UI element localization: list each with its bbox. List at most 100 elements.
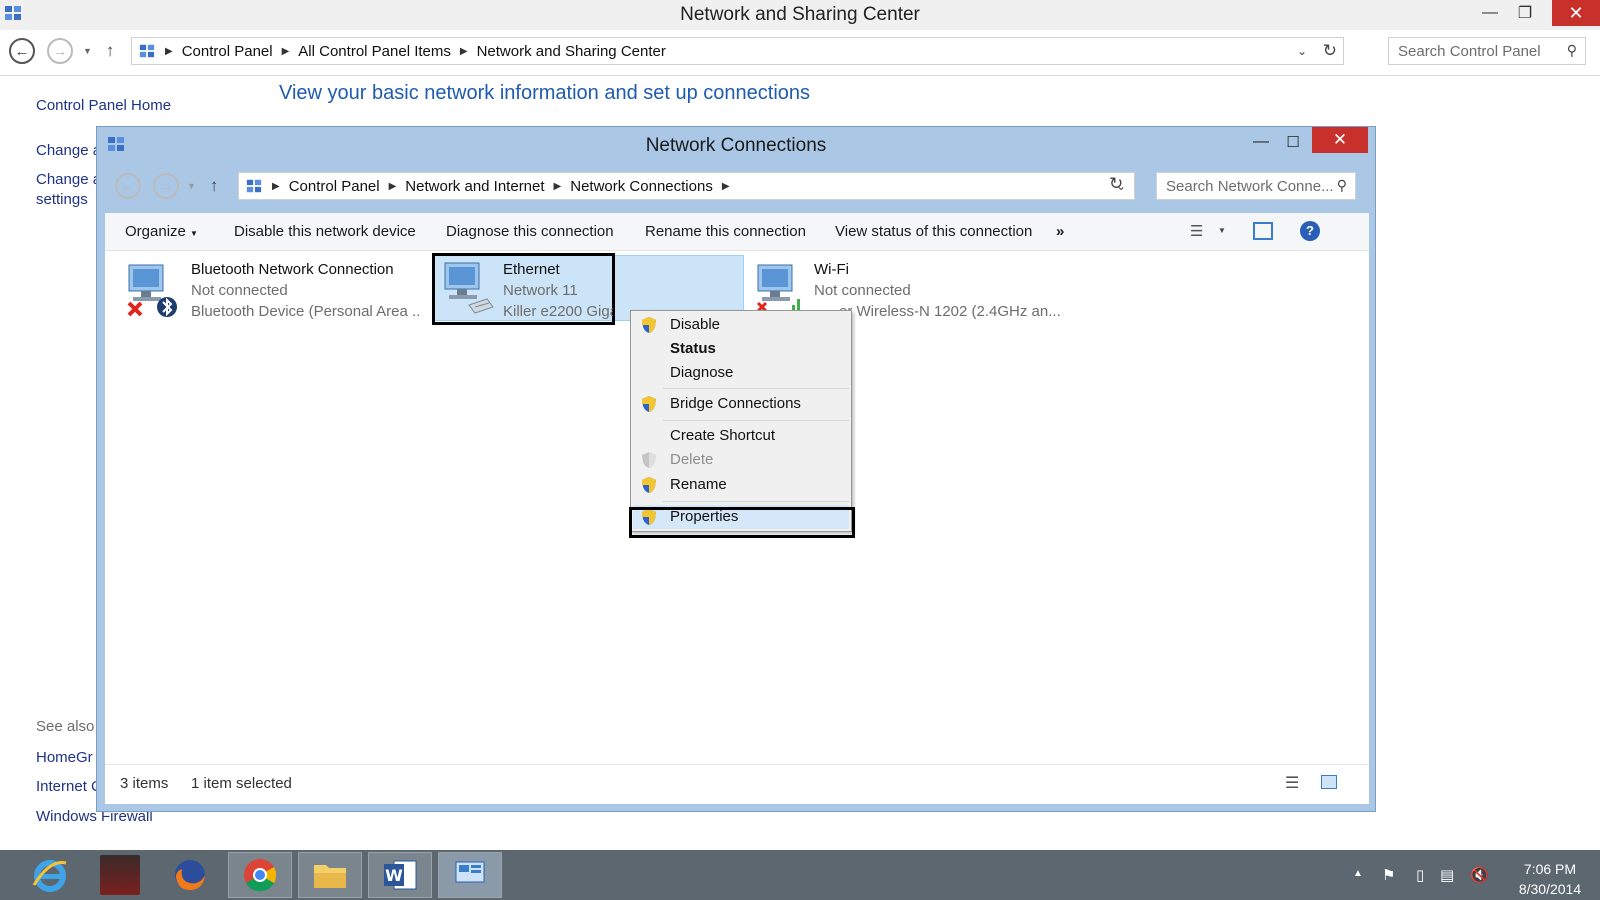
disable-device-button[interactable]: Disable this network device bbox=[234, 223, 416, 240]
internet-explorer-icon bbox=[32, 860, 67, 892]
change-adapter-link[interactable]: Change a bbox=[36, 142, 101, 159]
action-center-flag-icon[interactable]: ⚑ bbox=[1382, 866, 1395, 884]
taskbar-firefox[interactable] bbox=[158, 852, 222, 898]
forward-button[interactable]: → bbox=[47, 38, 73, 64]
close-button[interactable]: ✕ bbox=[1552, 0, 1600, 26]
close-button[interactable]: ✕ bbox=[1312, 127, 1368, 153]
menu-item-label: Rename bbox=[670, 476, 727, 493]
restore-button[interactable]: ❐ bbox=[1505, 0, 1545, 26]
menu-item-label: Create Shortcut bbox=[670, 427, 776, 444]
clock-date: 8/30/2014 bbox=[1518, 881, 1582, 897]
volume-muted-icon[interactable]: 🔇 bbox=[1470, 866, 1489, 884]
breadcrumb-arrow-icon: ▶ bbox=[281, 45, 290, 57]
menu-item-diagnose[interactable]: Diagnose bbox=[633, 361, 849, 385]
inner-titlebar: Network Connections — ☐ ✕ bbox=[97, 127, 1375, 161]
menu-item-label: Bridge Connections bbox=[670, 395, 801, 412]
search-icon[interactable]: ⚲ bbox=[1567, 42, 1577, 59]
control-panel-home-link[interactable]: Control Panel Home bbox=[36, 97, 171, 114]
large-icons-view-icon[interactable] bbox=[1321, 775, 1337, 789]
rename-connection-button[interactable]: Rename this connection bbox=[645, 223, 806, 240]
back-button[interactable]: ← bbox=[9, 38, 35, 64]
change-sharing-link-line2[interactable]: settings bbox=[36, 191, 88, 208]
up-button[interactable]: ↑ bbox=[106, 41, 115, 61]
recent-dropdown-icon[interactable]: ▼ bbox=[83, 46, 92, 56]
menu-item-status[interactable]: Status bbox=[633, 337, 849, 361]
help-icon[interactable]: ? bbox=[1300, 221, 1320, 241]
inner-address-bar[interactable]: ▶ Control Panel ▶ Network and Internet ▶… bbox=[238, 172, 1135, 200]
breadcrumb-network-connections[interactable]: Network Connections bbox=[570, 178, 713, 195]
address-dropdown-icon[interactable]: ⌄ bbox=[1297, 44, 1307, 58]
search-icon[interactable]: ⚲ bbox=[1337, 177, 1347, 194]
properties-highlight-outline bbox=[629, 507, 855, 538]
clock-time: 7:06 PM bbox=[1523, 861, 1577, 877]
view-status-button[interactable]: View status of this connection bbox=[835, 223, 1032, 240]
uac-shield-icon bbox=[642, 317, 656, 333]
taskbar-file-explorer[interactable] bbox=[298, 852, 362, 898]
status-bar: 3 items 1 item selected ☰ bbox=[105, 764, 1369, 804]
breadcrumb-network-sharing[interactable]: Network and Sharing Center bbox=[477, 43, 666, 60]
inner-search-input[interactable]: Search Network Conne... ⚲ bbox=[1156, 172, 1356, 200]
connection-status: Not connected bbox=[191, 282, 288, 299]
outer-search-input[interactable]: Search Control Panel ⚲ bbox=[1388, 37, 1586, 65]
taskbar-control-panel[interactable] bbox=[438, 852, 502, 898]
change-view-icon[interactable]: ☰ bbox=[1190, 222, 1203, 240]
preview-pane-icon[interactable] bbox=[1253, 222, 1273, 240]
forward-button[interactable]: → bbox=[153, 173, 179, 199]
organize-menu[interactable]: Organize ▼ bbox=[125, 223, 198, 240]
taskbar-chrome[interactable] bbox=[228, 852, 292, 898]
refresh-icon[interactable]: ↻ bbox=[1109, 174, 1123, 194]
breadcrumb-arrow-icon: ▶ bbox=[553, 180, 562, 192]
minimize-button[interactable]: — bbox=[1245, 129, 1277, 155]
breadcrumb-arrow-icon: ▶ bbox=[721, 180, 730, 192]
maximize-button[interactable]: ☐ bbox=[1277, 129, 1309, 155]
taskbar-ie[interactable] bbox=[18, 852, 82, 898]
uac-shield-icon bbox=[642, 396, 656, 412]
battery-icon[interactable]: ▯ bbox=[1416, 866, 1424, 884]
svg-text:W: W bbox=[385, 866, 403, 885]
outer-address-bar[interactable]: ▶ Control Panel ▶ All Control Panel Item… bbox=[131, 37, 1344, 65]
back-button[interactable]: ← bbox=[115, 173, 141, 199]
menu-item-disable[interactable]: Disable bbox=[633, 313, 849, 337]
taskbar-user-app[interactable] bbox=[88, 852, 152, 898]
internet-options-link[interactable]: Internet C bbox=[36, 778, 102, 795]
firefox-icon bbox=[175, 860, 205, 891]
up-button[interactable]: ↑ bbox=[210, 176, 219, 196]
network-connections-icon bbox=[246, 179, 262, 193]
change-sharing-link[interactable]: Change a bbox=[36, 171, 101, 188]
network-tray-icon[interactable]: ▤ bbox=[1440, 866, 1454, 884]
menu-item-bridge[interactable]: Bridge Connections bbox=[633, 392, 849, 416]
breadcrumb-network-internet[interactable]: Network and Internet bbox=[405, 178, 544, 195]
show-hidden-icons[interactable]: ▲ bbox=[1353, 868, 1363, 879]
breadcrumb-arrow-icon: ▶ bbox=[459, 45, 468, 57]
minimize-button[interactable]: — bbox=[1470, 0, 1510, 26]
connection-device: er Wireless-N 1202 (2.4GHz an... bbox=[839, 303, 1061, 320]
menu-item-create-shortcut[interactable]: Create Shortcut bbox=[633, 424, 849, 448]
outer-nav-bar: ← → ▼ ↑ bbox=[9, 36, 114, 66]
taskbar-word[interactable]: W bbox=[368, 852, 432, 898]
breadcrumb-control-panel[interactable]: Control Panel bbox=[182, 43, 273, 60]
chevron-down-icon[interactable]: ▼ bbox=[1218, 226, 1226, 235]
page-title: View your basic network information and … bbox=[279, 82, 811, 104]
homegroup-link[interactable]: HomeGr bbox=[36, 749, 93, 766]
more-commands-button[interactable]: » bbox=[1056, 223, 1064, 240]
refresh-icon[interactable]: ↻ bbox=[1323, 41, 1337, 61]
breadcrumb-all-items[interactable]: All Control Panel Items bbox=[298, 43, 451, 60]
context-menu: Disable Status Diagnose Bridge Connectio… bbox=[630, 310, 852, 532]
diagnose-connection-button[interactable]: Diagnose this connection bbox=[446, 223, 614, 240]
breadcrumb-arrow-icon: ▶ bbox=[272, 180, 280, 192]
recent-dropdown-icon[interactable]: ▼ bbox=[187, 181, 196, 191]
see-also-label: See also bbox=[36, 718, 95, 735]
command-bar: Organize ▼ Disable this network device D… bbox=[105, 213, 1369, 251]
details-view-icon[interactable]: ☰ bbox=[1285, 773, 1299, 793]
item-count: 3 items bbox=[120, 775, 169, 792]
menu-item-label: Status bbox=[670, 340, 716, 357]
menu-item-rename[interactable]: Rename bbox=[633, 473, 849, 497]
bluetooth-network-icon bbox=[127, 264, 177, 317]
connection-name: Wi-Fi bbox=[814, 261, 849, 278]
breadcrumb-control-panel[interactable]: Control Panel bbox=[289, 178, 380, 195]
ethernet-network-icon bbox=[444, 262, 494, 314]
clock[interactable]: 7:06 PM 8/30/2014 bbox=[1510, 859, 1590, 899]
divider bbox=[0, 75, 1600, 76]
menu-item-label: Disable bbox=[670, 316, 721, 333]
breadcrumb-arrow-icon: ▶ bbox=[388, 180, 397, 192]
